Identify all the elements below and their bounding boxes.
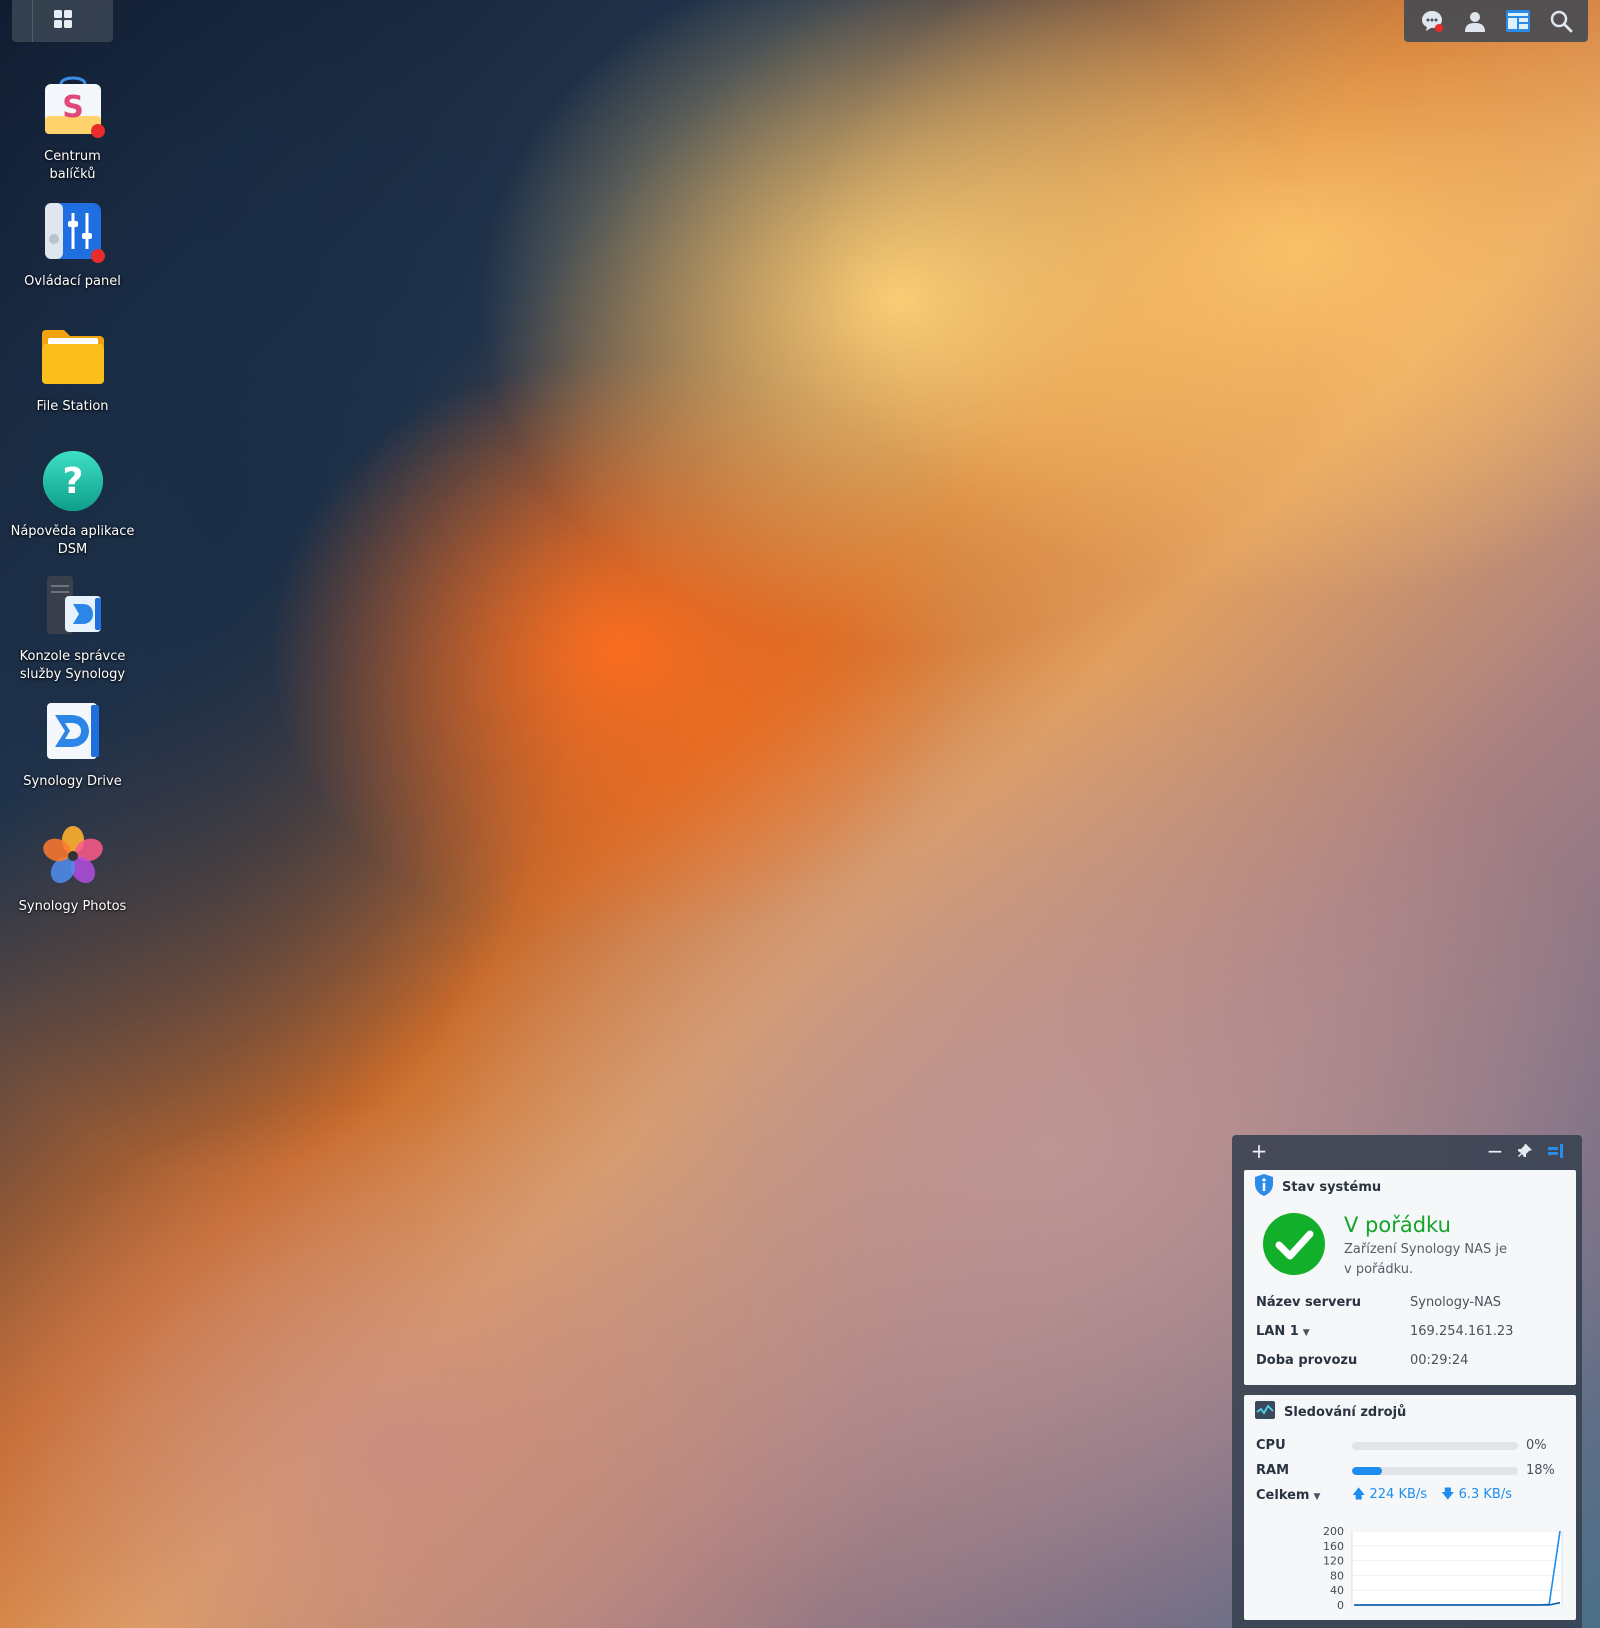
widget-panel: + − Stav systému V pořádku Zařízení Syno… (1232, 1135, 1582, 1628)
upload-speed: 🡅 224 KB/s (1352, 1485, 1427, 1507)
info-value: 00:29:24 (1410, 1353, 1469, 1368)
info-row-lan: LAN 1 ▼ 169.254.161.23 (1244, 1317, 1576, 1346)
ram-row: RAM 18% (1244, 1458, 1576, 1483)
collapse-panel-icon[interactable] (1540, 1137, 1570, 1165)
synology-photos-icon (39, 822, 107, 890)
y-tick-label: 200 (1323, 1525, 1344, 1538)
info-key: LAN 1 (1256, 1324, 1299, 1339)
cpu-usage-bar (1352, 1441, 1518, 1450)
y-tick-label: 40 (1330, 1584, 1344, 1597)
chart-plot-area (1351, 1530, 1563, 1606)
system-status-card: Stav systému V pořádku Zařízení Synology… (1244, 1170, 1576, 1385)
user-icon[interactable] (1459, 5, 1491, 37)
y-tick-label: 120 (1323, 1555, 1344, 1568)
info-value: Synology-NAS (1410, 1295, 1501, 1310)
svg-text:S: S (62, 90, 84, 125)
search-icon[interactable] (1545, 5, 1577, 37)
main-menu-button[interactable] (12, 0, 113, 42)
resource-monitor-title: Sledování zdrojů (1284, 1404, 1407, 1420)
network-label: Celkem (1256, 1488, 1310, 1503)
desktop-icon-label: Synology Photos (18, 899, 127, 914)
desktop-icon-label: Synology Drive (23, 774, 122, 789)
network-row: Celkem ▼ 🡅 224 KB/s 🡇 6.3 KB/s (1244, 1483, 1576, 1508)
status-description: Zařízení Synology NAS je v pořádku. (1344, 1242, 1508, 1277)
desktop-icon-label: Ovládací panel (24, 274, 121, 289)
download-arrow-icon: 🡇 (1441, 1486, 1455, 1502)
info-key: Název serveru (1256, 1295, 1361, 1310)
notification-badge (90, 124, 105, 138)
desktop-icon-synology-photos[interactable]: Synology Photos (0, 822, 145, 916)
desktop-icon-control-panel[interactable]: Ovládací panel (0, 197, 145, 291)
info-row-server-name: Název serveru Synology-NAS (1244, 1288, 1576, 1317)
help-icon: ? (39, 447, 107, 515)
ram-label: RAM (1256, 1463, 1290, 1478)
grid-icon (52, 8, 74, 34)
minimize-widget-button[interactable]: − (1480, 1137, 1510, 1165)
download-value: 6.3 KB/s (1458, 1486, 1512, 1502)
folder-icon (39, 322, 107, 390)
control-panel-icon (39, 197, 107, 265)
desktop-icon-package-center[interactable]: S Centrum balíčků (0, 72, 145, 184)
y-tick-label: 0 (1337, 1599, 1344, 1612)
y-tick-label: 160 (1323, 1540, 1344, 1553)
status-text: V pořádku (1344, 1213, 1451, 1237)
monitor-chart-icon (1254, 1400, 1276, 1424)
svg-text:?: ? (62, 461, 83, 502)
system-status-header: Stav systému (1244, 1170, 1576, 1204)
ram-percent: 18% (1526, 1463, 1555, 1478)
network-selector[interactable]: Celkem ▼ (1256, 1488, 1352, 1503)
notification-badge (90, 249, 105, 263)
resource-monitor-header: Sledování zdrojů (1244, 1395, 1576, 1429)
status-block: V pořádku Zařízení Synology NAS je v poř… (1244, 1204, 1576, 1280)
y-tick-label: 80 (1330, 1569, 1344, 1582)
network-chart: 200 160 12080 40 0 (1323, 1525, 1563, 1612)
ram-usage-bar (1352, 1466, 1518, 1475)
toolbar-divider (32, 0, 33, 42)
network-speeds: 🡅 224 KB/s 🡇 6.3 KB/s (1352, 1485, 1512, 1507)
info-row-uptime: Doba provozu 00:29:24 (1244, 1346, 1576, 1375)
desktop-icon-synology-drive[interactable]: Synology Drive (0, 697, 145, 791)
top-right-toolbar (1404, 0, 1588, 42)
cpu-label: CPU (1256, 1438, 1286, 1453)
package-center-icon: S (39, 72, 107, 140)
download-speed: 🡇 6.3 KB/s (1441, 1485, 1512, 1507)
desktop-icon-label: Centrum balíčků (44, 149, 101, 182)
resource-monitor-card: Sledování zdrojů CPU 0% RAM 18% Celkem ▼ … (1244, 1395, 1576, 1620)
cpu-row: CPU 0% (1244, 1433, 1576, 1458)
caret-down-icon: ▼ (1313, 1492, 1321, 1502)
caret-down-icon: ▼ (1302, 1328, 1310, 1338)
ram-usage-fill (1352, 1466, 1382, 1475)
cpu-percent: 0% (1526, 1438, 1547, 1453)
desktop-icon-dsm-help[interactable]: ? Nápověda aplikace DSM (0, 447, 145, 559)
desktop-icon-drive-admin-console[interactable]: Konzole správce služby Synology (0, 572, 145, 684)
desktop-icon-label: File Station (36, 399, 109, 414)
desktop-icon-file-station[interactable]: File Station (0, 322, 145, 416)
info-key: Doba provozu (1256, 1353, 1358, 1368)
info-value: 169.254.161.23 (1410, 1324, 1514, 1339)
pin-icon[interactable] (1510, 1137, 1540, 1165)
widget-toolbar: + − (1232, 1135, 1582, 1167)
widgets-icon[interactable] (1502, 5, 1534, 37)
notifications-icon[interactable] (1416, 5, 1448, 37)
info-shield-icon (1254, 1173, 1274, 1201)
check-circle-icon (1262, 1212, 1326, 1280)
upload-value: 224 KB/s (1369, 1486, 1428, 1502)
synology-drive-icon (39, 697, 107, 765)
system-status-title: Stav systému (1282, 1179, 1382, 1195)
drive-admin-console-icon (39, 572, 107, 640)
desktop-icon-label: Konzole správce služby Synology (19, 649, 126, 682)
upload-arrow-icon: 🡅 (1352, 1486, 1366, 1502)
desktop-icon-label: Nápověda aplikace DSM (10, 524, 135, 557)
lan-selector[interactable]: LAN 1 ▼ (1256, 1324, 1410, 1339)
add-widget-button[interactable]: + (1244, 1137, 1274, 1165)
